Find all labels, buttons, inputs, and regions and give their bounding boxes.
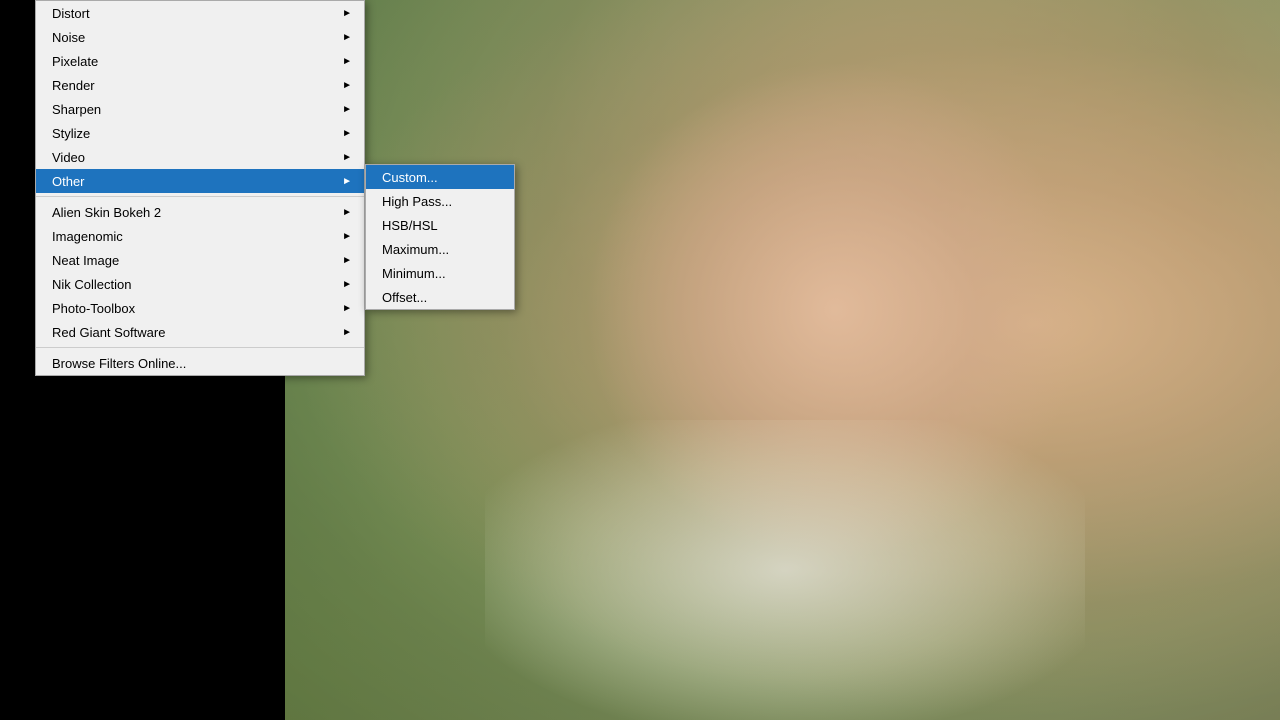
- submenu-item-offset[interactable]: Offset...: [366, 285, 514, 309]
- arrow-red-giant: ►: [342, 327, 352, 338]
- menu-item-video[interactable]: Video ►: [36, 145, 364, 169]
- menu-label-imagenomic: Imagenomic: [52, 229, 123, 244]
- menu-item-distort[interactable]: Distort ►: [36, 1, 364, 25]
- other-submenu: Custom... High Pass... HSB/HSL Maximum..…: [365, 164, 515, 310]
- menu-item-red-giant[interactable]: Red Giant Software ►: [36, 320, 364, 344]
- menu-item-sharpen[interactable]: Sharpen ►: [36, 97, 364, 121]
- arrow-sharpen: ►: [342, 104, 352, 115]
- submenu-label-offset: Offset...: [382, 290, 427, 305]
- arrow-photo-toolbox: ►: [342, 303, 352, 314]
- submenu-label-custom: Custom...: [382, 170, 438, 185]
- menu-label-browse-filters: Browse Filters Online...: [52, 356, 186, 371]
- menu-item-imagenomic[interactable]: Imagenomic ►: [36, 224, 364, 248]
- menu-divider-1: [36, 196, 364, 197]
- submenu-item-hsb-hsl[interactable]: HSB/HSL: [366, 213, 514, 237]
- menu-label-video: Video: [52, 150, 85, 165]
- menu-label-noise: Noise: [52, 30, 85, 45]
- menu-item-render[interactable]: Render ►: [36, 73, 364, 97]
- menu-label-pixelate: Pixelate: [52, 54, 98, 69]
- white-area: [485, 420, 1085, 720]
- submenu-label-maximum: Maximum...: [382, 242, 449, 257]
- menu-item-pixelate[interactable]: Pixelate ►: [36, 49, 364, 73]
- arrow-render: ►: [342, 80, 352, 91]
- menu-divider-2: [36, 347, 364, 348]
- arrow-other: ►: [342, 176, 352, 187]
- menu-item-stylize[interactable]: Stylize ►: [36, 121, 364, 145]
- submenu-item-custom[interactable]: Custom...: [366, 165, 514, 189]
- photo-background: [285, 0, 1280, 720]
- arrow-noise: ►: [342, 32, 352, 43]
- menu-item-other[interactable]: Other ►: [36, 169, 364, 193]
- menu-label-other: Other: [52, 174, 85, 189]
- menu-item-nik-collection[interactable]: Nik Collection ►: [36, 272, 364, 296]
- menu-item-photo-toolbox[interactable]: Photo-Toolbox ►: [36, 296, 364, 320]
- menu-label-alien-skin: Alien Skin Bokeh 2: [52, 205, 161, 220]
- submenu-item-maximum[interactable]: Maximum...: [366, 237, 514, 261]
- arrow-distort: ►: [342, 8, 352, 19]
- menu-label-neat-image: Neat Image: [52, 253, 119, 268]
- submenu-label-high-pass: High Pass...: [382, 194, 452, 209]
- menu-item-alien-skin[interactable]: Alien Skin Bokeh 2 ►: [36, 200, 364, 224]
- arrow-alien-skin: ►: [342, 207, 352, 218]
- arrow-neat-image: ►: [342, 255, 352, 266]
- menu-label-photo-toolbox: Photo-Toolbox: [52, 301, 135, 316]
- filter-menu: Distort ► Noise ► Pixelate ► Render ► Sh…: [35, 0, 365, 376]
- menu-label-distort: Distort: [52, 6, 90, 21]
- submenu-label-minimum: Minimum...: [382, 266, 446, 281]
- menu-label-stylize: Stylize: [52, 126, 90, 141]
- menu-item-browse-filters[interactable]: Browse Filters Online...: [36, 351, 364, 375]
- menu-item-noise[interactable]: Noise ►: [36, 25, 364, 49]
- arrow-stylize: ►: [342, 128, 352, 139]
- arrow-imagenomic: ►: [342, 231, 352, 242]
- menu-label-nik-collection: Nik Collection: [52, 277, 131, 292]
- menu-label-sharpen: Sharpen: [52, 102, 101, 117]
- submenu-item-minimum[interactable]: Minimum...: [366, 261, 514, 285]
- submenu-label-hsb-hsl: HSB/HSL: [382, 218, 438, 233]
- menu-label-render: Render: [52, 78, 95, 93]
- menu-item-neat-image[interactable]: Neat Image ►: [36, 248, 364, 272]
- arrow-pixelate: ►: [342, 56, 352, 67]
- submenu-item-high-pass[interactable]: High Pass...: [366, 189, 514, 213]
- arrow-video: ►: [342, 152, 352, 163]
- arrow-nik-collection: ►: [342, 279, 352, 290]
- menu-label-red-giant: Red Giant Software: [52, 325, 165, 340]
